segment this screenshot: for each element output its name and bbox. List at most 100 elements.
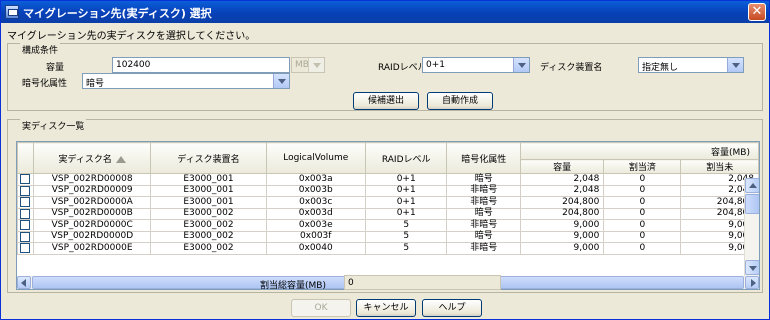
capacity-group-header: 容量(MB) (519, 142, 759, 160)
disk-list-legend: 実ディスク一覧 (20, 119, 87, 132)
row-checkbox[interactable] (20, 231, 31, 242)
total-allocated-field: 0 (344, 275, 501, 290)
cell-encrypt: 暗号 (446, 173, 521, 186)
scroll-down-button[interactable] (745, 260, 759, 275)
cell-device: E3000_002 (150, 219, 267, 232)
auto-create-button[interactable]: 自動作成 (427, 92, 493, 110)
device-select[interactable]: 指定無し (638, 57, 744, 73)
raid-dropdown-arrow-icon[interactable] (513, 58, 529, 72)
cell-capacity: 9,000 (519, 219, 605, 232)
unit-value: MB (295, 60, 309, 70)
unit-dropdown-arrow-icon (308, 58, 324, 72)
cell-raid: 5 (364, 242, 448, 255)
disk-table-frame: 実ディスク名 ディスク装置名 LogicalVolume RAIDレベル 暗号化… (16, 141, 760, 290)
disk-table: 実ディスク名 ディスク装置名 LogicalVolume RAIDレベル 暗号化… (17, 142, 759, 255)
sort-ascending-icon (115, 155, 126, 163)
column-header-unallocated[interactable]: 割当未 (680, 159, 759, 174)
cell-device: E3000_002 (150, 230, 267, 243)
cell-name: VSP_002RD0000D (32, 230, 152, 243)
table-row[interactable]: VSP_002RD0000E E3000_002 0x0040 5 非暗号 9,000 0 9… (17, 242, 759, 255)
device-dropdown-arrow-icon[interactable] (727, 58, 743, 72)
table-row[interactable]: VSP_002RD0000B E3000_002 0x003d 0+1 暗号 204,80… (17, 207, 759, 220)
row-checkbox[interactable] (20, 208, 31, 219)
cell-raid: 0+1 (364, 184, 448, 197)
cell-raid: 0+1 (364, 207, 448, 220)
cell-raid: 0+1 (364, 196, 448, 209)
cell-device: E3000_001 (150, 196, 267, 209)
app-window-icon (5, 5, 19, 19)
window-title: マイグレーション先(実ディスク) 選択 (23, 7, 212, 20)
scroll-right-button[interactable] (745, 276, 759, 289)
cell-volume: 0x003c (265, 196, 366, 209)
table-row[interactable]: VSP_002RD0000D E3000_002 0x003f 5 暗号 9,000 0 9,… (17, 230, 759, 243)
ok-button[interactable]: OK (291, 299, 351, 317)
row-checkbox-cell (17, 242, 34, 255)
row-checkbox-cell (17, 207, 34, 220)
arrow-up-icon (749, 183, 757, 188)
row-checkbox-cell (17, 173, 34, 186)
raid-value: 0+1 (426, 60, 445, 70)
conditions-group: 構成条件 容量 102400 MB RAIDレベル 0+1 ディスク装置名 指定… (7, 43, 763, 111)
cell-volume: 0x0040 (265, 242, 366, 255)
cell-raid: 5 (364, 230, 448, 243)
row-checkbox-cell (17, 196, 34, 209)
device-value: 指定無し (642, 63, 679, 73)
column-header-volume[interactable]: LogicalVolume (265, 142, 366, 174)
encrypt-label: 暗号化属性 (22, 79, 68, 89)
cancel-button[interactable]: キャンセル (356, 299, 416, 317)
row-checkbox-cell (17, 184, 34, 197)
table-row[interactable]: VSP_002RD00008 E3000_001 0x003a 0+1 暗号 2,048 0… (17, 173, 759, 186)
cell-device: E3000_001 (150, 173, 267, 186)
cell-raid: 0+1 (364, 173, 448, 186)
raid-select[interactable]: 0+1 (422, 57, 530, 73)
scroll-up-button[interactable] (745, 178, 759, 193)
cell-device: E3000_002 (150, 242, 267, 255)
cell-volume: 0x003b (265, 184, 366, 197)
cell-allocated: 0 (603, 219, 682, 232)
row-checkbox[interactable] (20, 174, 31, 184)
select-candidates-button[interactable]: 候補選出 (353, 92, 419, 110)
cell-capacity: 2,048 (519, 184, 605, 197)
row-checkbox[interactable] (20, 185, 31, 196)
encrypt-select[interactable]: 暗号 (82, 73, 290, 89)
table-row[interactable]: VSP_002RD0000C E3000_002 0x003e 5 非暗号 9,000 0 9… (17, 219, 759, 232)
cell-capacity: 2,048 (519, 173, 605, 186)
row-checkbox-cell (17, 230, 34, 243)
column-header-name[interactable]: 実ディスク名 (32, 142, 152, 174)
cell-allocated: 0 (603, 207, 682, 220)
cell-device: E3000_002 (150, 207, 267, 220)
close-button[interactable]: ✕ (748, 3, 766, 21)
device-label: ディスク装置名 (540, 63, 603, 73)
table-row[interactable]: VSP_002RD00009 E3000_001 0x003b 0+1 非暗号 2,048… (17, 184, 759, 197)
cell-capacity: 9,000 (519, 230, 605, 243)
cell-name: VSP_002RD00008 (32, 173, 152, 186)
select-column-header (17, 142, 34, 174)
title-bar[interactable]: マイグレーション先(実ディスク) 選択 ✕ (1, 1, 769, 23)
encrypt-dropdown-arrow-icon[interactable] (273, 74, 289, 88)
row-checkbox[interactable] (20, 243, 31, 253)
cell-capacity: 204,800 (519, 207, 605, 220)
cell-name: VSP_002RD0000C (32, 219, 152, 232)
row-checkbox[interactable] (20, 197, 31, 207)
table-row[interactable]: VSP_002RD0000A E3000_001 0x003c 0+1 非暗号 204,8… (17, 196, 759, 209)
cell-volume: 0x003a (265, 173, 366, 186)
column-header-device[interactable]: ディスク装置名 (150, 142, 267, 174)
help-button[interactable]: ヘルプ (422, 299, 482, 317)
vertical-scroll-thumb[interactable] (745, 194, 759, 214)
vertical-scrollbar[interactable] (744, 178, 759, 276)
cell-volume: 0x003e (265, 219, 366, 232)
column-header-name-label: 実ディスク名 (58, 154, 112, 165)
scroll-left-button[interactable] (17, 276, 31, 289)
total-allocated-label: 割当総容量(MB) (260, 281, 326, 291)
cell-name: VSP_002RD0000B (32, 207, 152, 220)
column-header-capacity[interactable]: 容量 (519, 159, 605, 174)
disk-list-group: 実ディスク一覧 実ディスク名 ディスク装置名 LogicalVolume RAI… (7, 119, 763, 293)
column-header-allocated[interactable]: 割当済 (603, 159, 682, 174)
capacity-input[interactable]: 102400 (112, 57, 290, 73)
cell-volume: 0x003f (265, 230, 366, 243)
column-header-raid[interactable]: RAIDレベル (364, 142, 448, 174)
cell-allocated: 0 (603, 196, 682, 209)
row-checkbox[interactable] (20, 220, 31, 230)
capacity-label: 容量 (46, 63, 65, 73)
column-header-encrypt[interactable]: 暗号化属性 (446, 142, 521, 174)
